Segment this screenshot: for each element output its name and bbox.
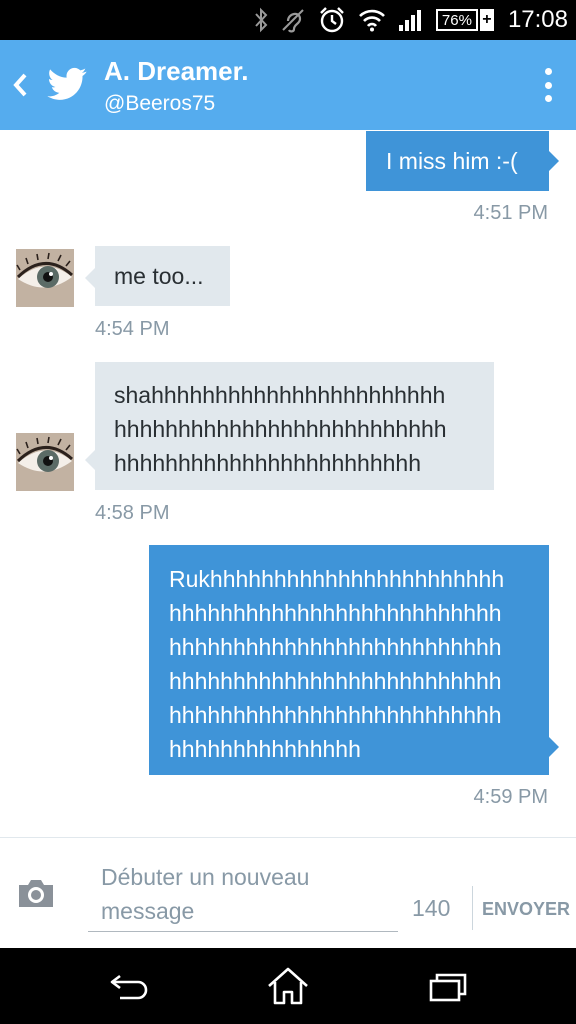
message-timestamp: 4:59 PM	[473, 786, 548, 808]
menu-dot	[544, 81, 552, 89]
twitter-bird-icon[interactable]	[46, 64, 88, 104]
eye-photo-icon	[16, 433, 74, 491]
message-text: me too...	[114, 263, 204, 289]
status-time: 17:08	[507, 6, 568, 33]
eye-photo-icon	[16, 249, 74, 307]
message-line: hhhhhhhhhhhhhhhhhhhhhhhhhh	[169, 702, 502, 728]
chevron-left-icon	[13, 73, 27, 97]
home-button[interactable]	[266, 966, 310, 1006]
avatar[interactable]	[16, 433, 74, 491]
overflow-menu-button[interactable]	[538, 64, 558, 106]
camera-icon	[19, 880, 53, 907]
conversation-header: A. Dreamer. @Beeros75	[0, 40, 576, 130]
message-line: hhhhhhhhhhhhhhhhhhhhhhhhhh	[169, 600, 502, 626]
message-input[interactable]: Débuter un nouveau message	[88, 858, 398, 932]
menu-dot	[544, 95, 552, 102]
wifi-icon	[358, 8, 386, 32]
avatar[interactable]	[16, 249, 74, 307]
message-line: hhhhhhhhhhhhhhh	[169, 736, 361, 762]
signal-icon	[398, 8, 424, 32]
bubble-tail	[549, 151, 559, 171]
message-line: hhhhhhhhhhhhhhhhhhhhhhhhhh	[169, 668, 502, 694]
contact-name[interactable]: A. Dreamer.	[104, 56, 249, 87]
message-timestamp: 4:51 PM	[473, 202, 548, 224]
message-bubble-sent[interactable]: I miss him :-(	[366, 131, 559, 191]
home-icon	[268, 967, 308, 1005]
character-counter: 140	[412, 895, 451, 921]
message-line: hhhhhhhhhhhhhhhhhhhhhhhhhh	[169, 634, 502, 660]
contact-handle[interactable]: @Beeros75	[104, 92, 215, 116]
menu-dot	[544, 68, 552, 75]
composer-divider	[0, 837, 576, 838]
battery-icon: 76% +	[435, 9, 494, 31]
message-text: I miss him :-(	[386, 148, 518, 174]
message-bubble-received[interactable]: me too...	[85, 246, 230, 306]
recent-apps-icon	[429, 973, 467, 1002]
placeholder-line: Débuter un nouveau	[101, 864, 310, 890]
bubble-tail	[549, 737, 559, 757]
bubble-tail	[85, 268, 95, 288]
alarm-icon	[318, 6, 346, 34]
battery-percent: 76%	[435, 9, 478, 31]
message-line: hhhhhhhhhhhhhhhhhhhhhhhhhh	[114, 416, 447, 442]
status-icons: 76% + 17:08	[254, 0, 568, 40]
back-button[interactable]	[8, 68, 32, 102]
message-bubble-received[interactable]: shahhhhhhhhhhhhhhhhhhhhhhh hhhhhhhhhhhhh…	[85, 362, 494, 490]
message-line: Rukhhhhhhhhhhhhhhhhhhhhhhh	[169, 566, 505, 592]
message-timestamp: 4:54 PM	[95, 318, 170, 340]
message-line: hhhhhhhhhhhhhhhhhhhhhhhh	[114, 450, 421, 476]
send-button[interactable]: ENVOYER	[482, 899, 570, 920]
bubble-tail	[85, 450, 95, 470]
camera-button[interactable]	[16, 876, 56, 910]
message-timestamp: 4:58 PM	[95, 502, 170, 524]
charging-icon: +	[479, 9, 494, 31]
status-bar: 76% + 17:08	[0, 0, 576, 40]
message-line: shahhhhhhhhhhhhhhhhhhhhhhh	[114, 382, 446, 408]
placeholder-line: message	[101, 898, 195, 924]
navigation-bar	[0, 948, 576, 1024]
input-placeholder: Débuter un nouveau message	[101, 860, 391, 928]
bluetooth-icon	[254, 7, 268, 33]
send-divider	[472, 886, 473, 930]
back-nav-button[interactable]	[108, 966, 152, 1006]
message-bubble-sent[interactable]: Rukhhhhhhhhhhhhhhhhhhhhhhh hhhhhhhhhhhhh…	[149, 545, 559, 775]
recent-apps-button[interactable]	[426, 966, 470, 1006]
hearing-aid-icon	[280, 7, 306, 33]
back-nav-icon	[110, 974, 148, 1000]
